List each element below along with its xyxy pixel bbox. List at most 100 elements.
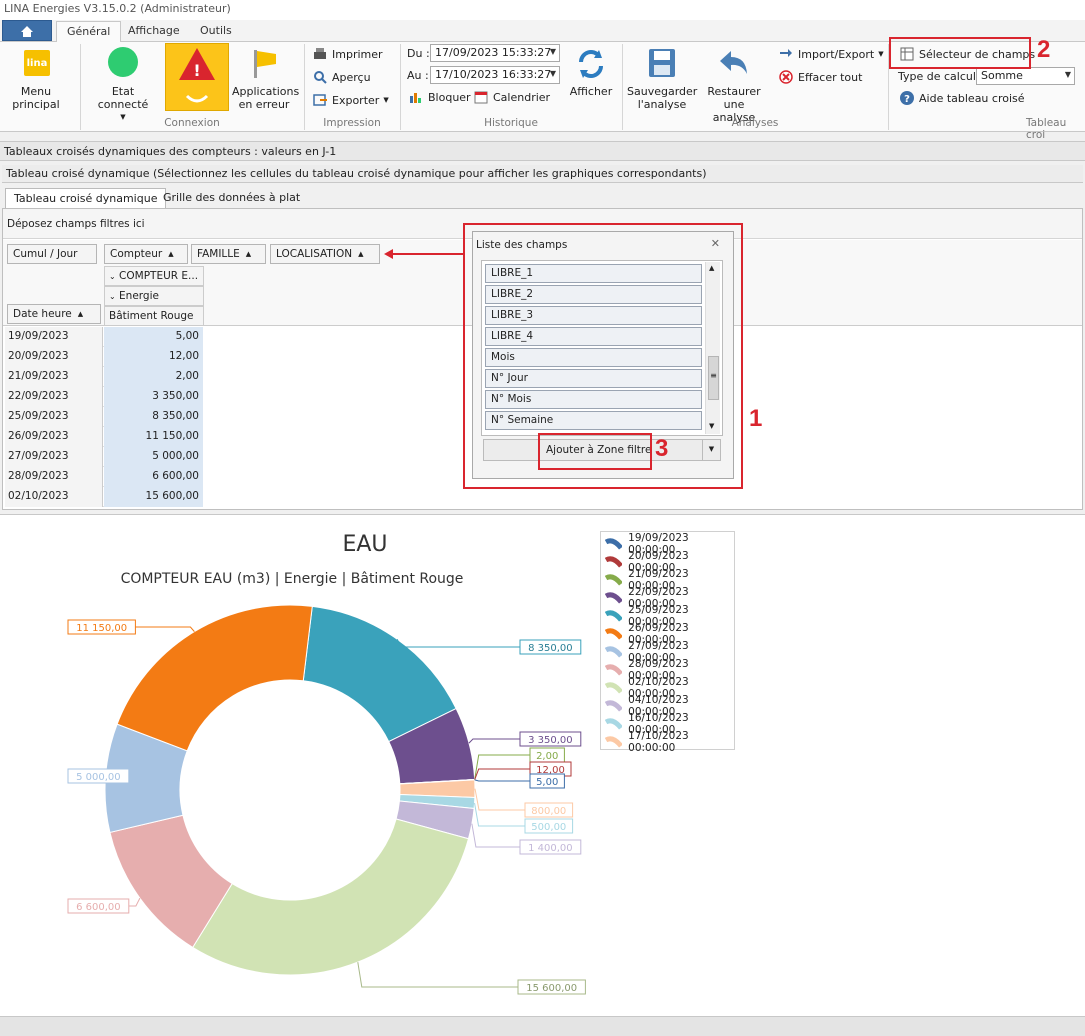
chevron-down-icon[interactable]: ▼ (702, 440, 720, 460)
au-label: Au : (407, 69, 429, 82)
chart-lock-icon (410, 93, 421, 103)
col-header-energie[interactable]: ⌄ Energie (104, 286, 204, 306)
du-date-input[interactable]: 17/09/2023 15:33:27 ▼ (430, 44, 560, 62)
afficher-label: Afficher (569, 85, 613, 98)
table-row[interactable]: 19/09/2023 5,00 (5, 327, 203, 347)
type-calcul-value: Somme (981, 69, 1023, 82)
restaurer-button[interactable]: Restaurer une analyse (702, 46, 766, 124)
row-date: 28/09/2023 (5, 467, 103, 487)
table-row[interactable]: 25/09/2023 8 350,00 (5, 407, 203, 427)
chevron-down-icon: ▼ (878, 50, 884, 58)
sort-up-icon: ▲ (77, 310, 84, 318)
legend-swatch-icon (605, 574, 623, 586)
field-list-item[interactable]: LIBRE_3 (485, 306, 702, 325)
row-date: 27/09/2023 (5, 447, 103, 467)
sort-up-icon: ▲ (358, 250, 364, 258)
au-date-input[interactable]: 17/10/2023 16:33:27 ▼ (430, 66, 560, 84)
table-row[interactable]: 22/09/2023 3 350,00 (5, 387, 203, 407)
tab-affichage[interactable]: Affichage (118, 21, 190, 42)
refresh-icon (579, 50, 603, 78)
donut-slice[interactable] (192, 818, 470, 976)
import-export-button[interactable]: Import/Export ▼ (778, 46, 884, 62)
imprimer-button[interactable]: Imprimer (312, 46, 383, 62)
sauvegarder-button[interactable]: Sauvegarder l'analyse (627, 46, 697, 111)
etat-connecte-button[interactable]: Etat connecté ▼ (86, 46, 160, 124)
field-list-item[interactable]: Mois (485, 348, 702, 367)
aide-tableau-button[interactable]: ? Aide tableau croisé (899, 90, 1025, 106)
row-date: 26/09/2023 (5, 427, 103, 447)
menu-principal-button[interactable]: lina Menu principal (0, 46, 72, 111)
exporter-label: Exporter (332, 93, 380, 107)
du-date-value: 17/09/2023 15:33:27 (435, 46, 552, 59)
flag-icon (254, 50, 276, 78)
field-cumul-jour[interactable]: Cumul / Jour (7, 244, 97, 264)
close-icon[interactable]: ✕ (711, 237, 720, 250)
tab-general[interactable]: Général (56, 21, 122, 42)
field-list-title: Liste des champs (476, 239, 568, 251)
table-row[interactable]: 26/09/2023 11 150,00 (5, 427, 203, 447)
label-leader-line (474, 802, 525, 827)
callout-number-3: 3 (655, 435, 669, 462)
applications-en-erreur-button[interactable]: Applications en erreur (232, 46, 299, 111)
label-leader-line (474, 788, 525, 811)
field-list-item[interactable]: N° Mois (485, 390, 702, 409)
scrollbar[interactable]: ▲ ≡ ▼ (705, 262, 720, 434)
data-label: 5,00 (536, 777, 558, 788)
row-value[interactable]: 12,00 (104, 347, 203, 367)
field-localisation[interactable]: LOCALISATION ▲ (270, 244, 380, 264)
bloquer-label: Bloquer (428, 90, 471, 104)
table-row[interactable]: 02/10/2023 15 600,00 (5, 487, 203, 507)
home-tab[interactable] (2, 20, 52, 41)
row-value[interactable]: 5,00 (104, 327, 203, 347)
calendrier-label: Calendrier (493, 90, 551, 104)
row-value[interactable]: 3 350,00 (104, 387, 203, 407)
col-header-batiment[interactable]: Bâtiment Rouge (104, 306, 204, 326)
row-value[interactable]: 2,00 (104, 367, 203, 387)
label-leader-line (471, 823, 520, 848)
row-value[interactable]: 6 600,00 (104, 467, 203, 487)
scroll-thumb[interactable]: ≡ (708, 356, 719, 400)
type-calcul-label: Type de calcul : (898, 70, 984, 83)
field-list-item[interactable]: N° Semaine (485, 411, 702, 430)
svg-text:lina: lina (27, 58, 48, 69)
table-row[interactable]: 27/09/2023 5 000,00 (5, 447, 203, 467)
field-famille[interactable]: FAMILLE ▲ (191, 244, 266, 264)
lina-logo-icon: lina (24, 50, 50, 76)
effacer-tout-button[interactable]: Effacer tout (778, 69, 862, 85)
row-value[interactable]: 5 000,00 (104, 447, 203, 467)
afficher-button[interactable]: Afficher (566, 46, 616, 98)
row-value[interactable]: 11 150,00 (104, 427, 203, 447)
data-label: 2,00 (536, 751, 558, 762)
field-date-heure[interactable]: Date heure ▲ (7, 304, 101, 324)
exporter-button[interactable]: Exporter ▼ (312, 92, 389, 108)
field-compteur[interactable]: Compteur ▲ (104, 244, 188, 264)
legend-item[interactable]: 17/10/2023 00:00:00 (605, 730, 734, 754)
type-calcul-select[interactable]: Somme ▼ (976, 67, 1075, 85)
legend-swatch-icon (605, 700, 623, 712)
bloquer-button[interactable]: Bloquer (408, 89, 471, 105)
apercu-button[interactable]: Aperçu (312, 69, 371, 85)
calendrier-button[interactable]: Calendrier (473, 89, 550, 105)
field-list-item[interactable]: N° Jour (485, 369, 702, 388)
table-row[interactable]: 28/09/2023 6 600,00 (5, 467, 203, 487)
home-icon (21, 26, 33, 37)
legend-swatch-icon (605, 664, 623, 676)
sort-up-icon: ▲ (245, 250, 252, 258)
row-date: 21/09/2023 (5, 367, 103, 387)
field-list-item[interactable]: LIBRE_4 (485, 327, 702, 346)
row-value[interactable]: 15 600,00 (104, 487, 203, 507)
tab-outils[interactable]: Outils (190, 21, 242, 42)
imprimer-label: Imprimer (332, 47, 383, 61)
row-value[interactable]: 8 350,00 (104, 407, 203, 427)
tab-grille-donnees[interactable]: Grille des données à plat (155, 188, 308, 208)
alarm-button[interactable]: ! (165, 43, 229, 111)
field-list-item[interactable]: LIBRE_1 (485, 264, 702, 283)
tab-tableau-croise[interactable]: Tableau croisé dynamique (5, 188, 167, 208)
field-list-item[interactable]: LIBRE_2 (485, 285, 702, 304)
scroll-up-icon[interactable]: ▲ (709, 264, 714, 272)
scroll-down-icon[interactable]: ▼ (709, 422, 714, 430)
col-header-compteur[interactable]: ⌄ COMPTEUR E... (104, 266, 204, 286)
table-row[interactable]: 21/09/2023 2,00 (5, 367, 203, 387)
label-leader-line (135, 626, 195, 632)
table-row[interactable]: 20/09/2023 12,00 (5, 347, 203, 367)
